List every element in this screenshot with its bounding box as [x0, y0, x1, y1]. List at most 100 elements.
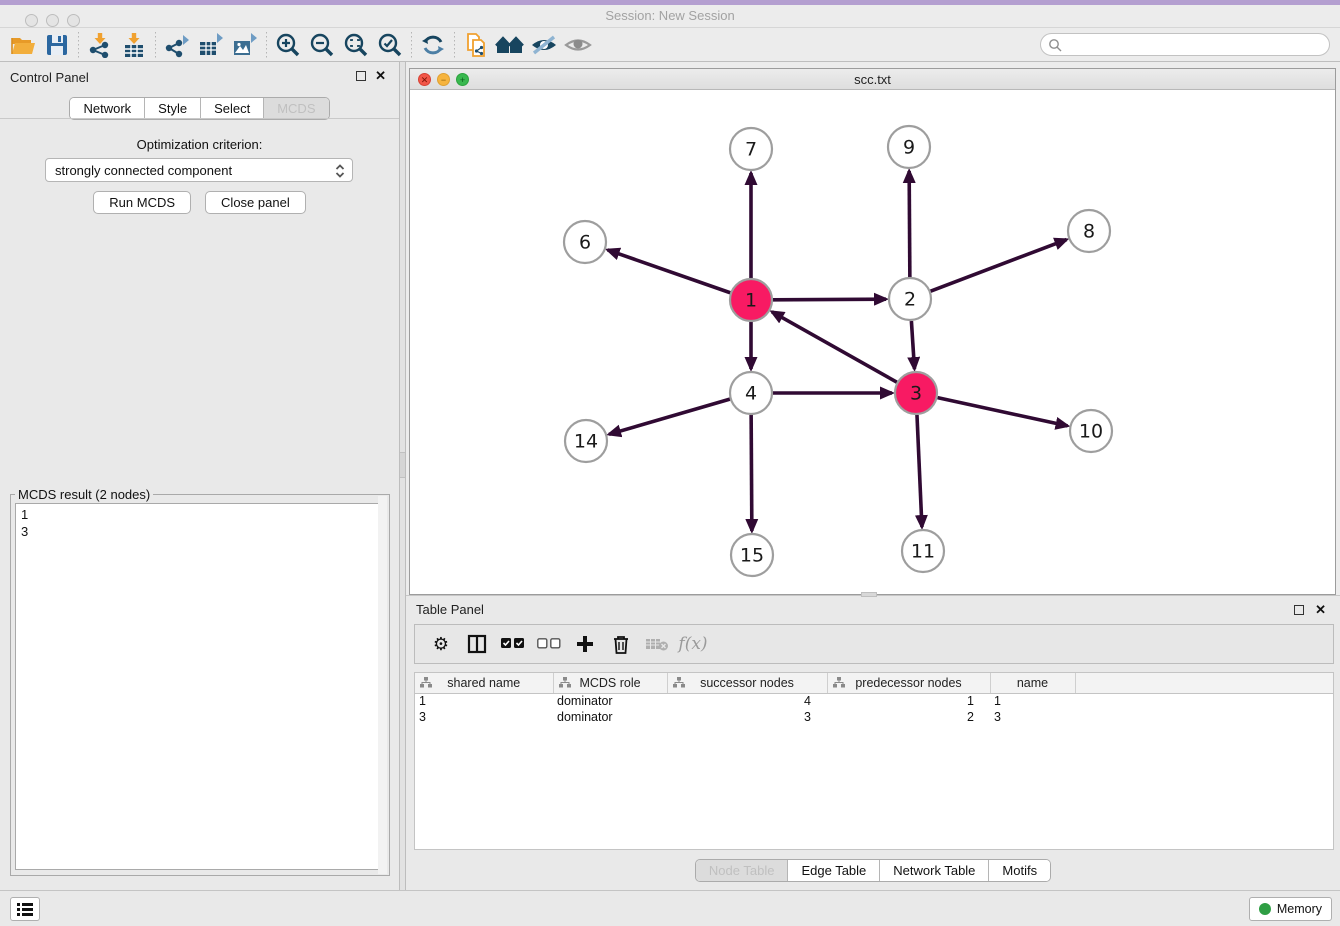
graph-edge-4-14[interactable] — [609, 399, 730, 434]
tab-style[interactable]: Style — [145, 98, 201, 119]
main-titlebar: Session: New Session — [0, 5, 1340, 28]
tab-motifs[interactable]: Motifs — [989, 860, 1050, 881]
table-cell[interactable]: 3 — [990, 709, 1075, 725]
clone-network-icon[interactable] — [459, 31, 493, 59]
graph-node-label-9: 9 — [903, 137, 915, 159]
table-cell[interactable]: 3 — [667, 709, 827, 725]
close-panel-button[interactable]: Close panel — [205, 191, 306, 214]
open-session-icon[interactable] — [6, 31, 40, 59]
float-panel-icon[interactable] — [356, 71, 366, 81]
criterion-select[interactable]: strongly connected component — [45, 158, 353, 182]
table-cell[interactable]: 1 — [990, 693, 1075, 709]
vertical-splitter[interactable] — [399, 62, 406, 890]
search-input[interactable] — [1040, 33, 1330, 56]
graph-edge-4-15[interactable] — [751, 415, 752, 531]
column-header-successor-nodes[interactable]: successor nodes — [667, 673, 827, 693]
result-scrollbar[interactable] — [378, 496, 387, 874]
show-all-icon[interactable] — [561, 31, 595, 59]
toolbar-separator — [266, 32, 267, 58]
table-cell[interactable]: 4 — [667, 693, 827, 709]
optimization-criterion-label: Optimization criterion: — [0, 137, 399, 152]
table-cell[interactable]: dominator — [553, 693, 667, 709]
graph-node-label-1: 1 — [745, 290, 757, 312]
import-network-icon[interactable] — [83, 31, 117, 59]
window-title: Session: New Session — [0, 8, 1340, 23]
float-table-panel-icon[interactable] — [1294, 605, 1304, 615]
graph-node-label-7: 7 — [745, 139, 757, 161]
run-mcds-button[interactable]: Run MCDS — [93, 191, 191, 214]
graph-edge-2-3[interactable] — [911, 321, 914, 369]
table-toolbar: ⚙ — [414, 624, 1334, 664]
network-column-icon — [673, 677, 685, 688]
mcds-result-group: MCDS result (2 nodes) 1 3 — [10, 494, 390, 876]
zoom-in-icon[interactable] — [271, 31, 305, 59]
column-header-name[interactable]: name — [990, 673, 1075, 693]
table-tabs: Node Table Edge Table Network Table Moti… — [406, 859, 1340, 882]
column-header-predecessor-nodes[interactable]: predecessor nodes — [827, 673, 990, 693]
graph-edge-2-9[interactable] — [909, 171, 910, 277]
table-cell[interactable]: 1 — [827, 693, 990, 709]
status-bar: Memory — [0, 890, 1340, 926]
export-image-icon[interactable] — [228, 31, 262, 59]
export-network-icon[interactable] — [160, 31, 194, 59]
network-column-icon — [559, 677, 571, 688]
column-header-MCDS-role[interactable]: MCDS role — [553, 673, 667, 693]
task-history-button[interactable] — [10, 897, 40, 921]
table-row[interactable]: 3dominator323 — [415, 709, 1333, 725]
network-column-icon — [833, 677, 845, 688]
close-panel-icon[interactable]: ✕ — [375, 68, 386, 84]
memory-button[interactable]: Memory — [1249, 897, 1332, 921]
close-table-panel-icon[interactable]: ✕ — [1315, 602, 1326, 618]
column-manager-icon[interactable] — [459, 629, 495, 659]
splitter-grip[interactable] — [400, 452, 405, 478]
network-window-titlebar[interactable]: ✕ − + scc.txt — [410, 69, 1335, 90]
import-table-icon[interactable] — [117, 31, 151, 59]
tab-edge-table[interactable]: Edge Table — [788, 860, 880, 881]
toolbar-separator — [454, 32, 455, 58]
first-neighbors-icon[interactable] — [493, 31, 527, 59]
select-all-icon[interactable] — [495, 629, 531, 659]
tab-network[interactable]: Network — [70, 98, 145, 119]
delete-column-icon[interactable] — [603, 629, 639, 659]
graph-edge-1-2[interactable] — [773, 299, 886, 300]
graph-edge-3-11[interactable] — [917, 415, 922, 527]
table-cell-filler — [1075, 693, 1333, 709]
gear-icon[interactable]: ⚙ — [423, 629, 459, 659]
table-panel-title: Table Panel — [416, 602, 484, 617]
toolbar-separator — [411, 32, 412, 58]
tab-mcds[interactable]: MCDS — [264, 98, 328, 119]
zoom-out-icon[interactable] — [305, 31, 339, 59]
graph-edge-3-1[interactable] — [772, 312, 897, 382]
graph-edge-2-8[interactable] — [931, 240, 1067, 292]
deselect-all-icon[interactable] — [531, 629, 567, 659]
table-row[interactable]: 1dominator411 — [415, 693, 1333, 709]
column-header-filler — [1075, 673, 1333, 693]
hide-selected-icon[interactable] — [527, 31, 561, 59]
table-cell[interactable]: 2 — [827, 709, 990, 725]
save-session-icon[interactable] — [40, 31, 74, 59]
tab-select[interactable]: Select — [201, 98, 264, 119]
list-icon — [17, 902, 33, 916]
control-panel: Control Panel ✕ Network Style Select MCD… — [0, 62, 399, 890]
network-canvas[interactable]: 7968124314101511 — [410, 90, 1335, 594]
node-table: shared nameMCDS rolesuccessor nodesprede… — [414, 672, 1334, 850]
network-column-icon — [420, 677, 432, 688]
tab-node-table[interactable]: Node Table — [696, 860, 789, 881]
export-table-icon[interactable] — [194, 31, 228, 59]
table-cell[interactable]: dominator — [553, 709, 667, 725]
table-cell[interactable]: 3 — [415, 709, 553, 725]
function-builder-icon[interactable]: f(x) — [675, 629, 711, 659]
delete-table-icon[interactable] — [639, 629, 675, 659]
column-header-shared-name[interactable]: shared name — [415, 673, 553, 693]
table-cell[interactable]: 1 — [415, 693, 553, 709]
graph-node-label-10: 10 — [1079, 421, 1103, 443]
graph-edge-1-6[interactable] — [608, 250, 731, 293]
network-canvas-svg: 7968124314101511 — [410, 90, 1335, 594]
mcds-result-text[interactable]: 1 3 — [15, 503, 384, 870]
zoom-selected-icon[interactable] — [373, 31, 407, 59]
tab-network-table[interactable]: Network Table — [880, 860, 989, 881]
apply-layout-icon[interactable] — [416, 31, 450, 59]
add-column-icon[interactable] — [567, 629, 603, 659]
graph-edge-3-10[interactable] — [937, 398, 1067, 426]
zoom-fit-icon[interactable] — [339, 31, 373, 59]
